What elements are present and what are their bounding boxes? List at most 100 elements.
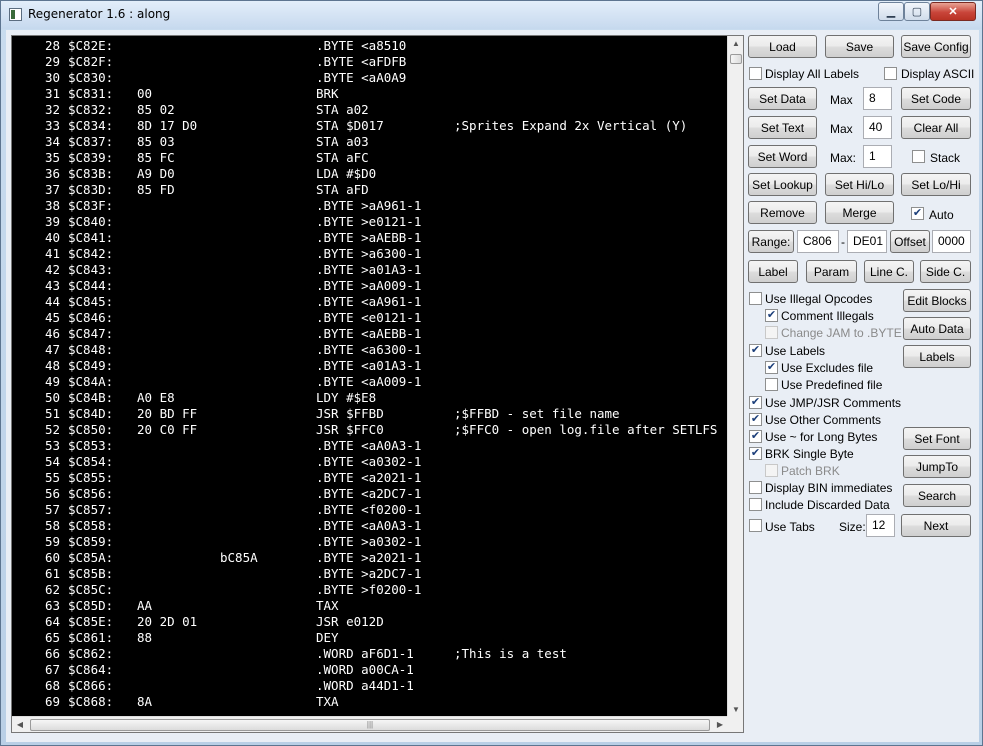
line-instruction: .WORD aF6D1-1 bbox=[316, 646, 414, 661]
include-discarded-label: Include Discarded Data bbox=[765, 498, 890, 512]
scroll-left-arrow-icon[interactable]: ◀ bbox=[12, 717, 28, 732]
range-from-input[interactable]: C806 bbox=[797, 230, 839, 253]
labels-button[interactable]: Labels bbox=[903, 345, 971, 368]
use-tilde-checkbox[interactable] bbox=[749, 430, 762, 443]
edit-blocks-button[interactable]: Edit Blocks bbox=[903, 289, 971, 312]
title-bar[interactable]: Regenerator 1.6 : along ▁ ▢ ✕ bbox=[1, 1, 982, 29]
jump-to-button[interactable]: JumpTo bbox=[903, 455, 971, 478]
merge-button[interactable]: Merge bbox=[825, 201, 894, 224]
display-all-labels-checkbox[interactable] bbox=[749, 67, 762, 80]
horizontal-scroll-thumb[interactable]: ||| bbox=[30, 719, 710, 731]
close-button[interactable]: ✕ bbox=[930, 2, 976, 21]
line-address: $C85A: bbox=[68, 550, 114, 565]
use-excludes-checkbox[interactable] bbox=[765, 361, 778, 374]
set-code-button[interactable]: Set Code bbox=[901, 87, 971, 110]
side-comment-button[interactable]: Side C. bbox=[920, 260, 971, 283]
line-comment-button[interactable]: Line C. bbox=[864, 260, 914, 283]
use-tabs-checkbox[interactable] bbox=[749, 519, 762, 532]
display-ascii-checkbox[interactable] bbox=[884, 67, 897, 80]
line-address: $C850: bbox=[68, 422, 114, 437]
line-instruction: LDA #$D0 bbox=[316, 166, 377, 181]
line-instruction: .BYTE >aA961-1 bbox=[316, 198, 422, 213]
search-button[interactable]: Search bbox=[903, 484, 971, 507]
line-instruction: JSR $FFC0 bbox=[316, 422, 384, 437]
next-button[interactable]: Next bbox=[901, 514, 971, 537]
line-instruction: .BYTE >a0302-1 bbox=[316, 534, 422, 549]
set-lo-hi-button[interactable]: Set Lo/Hi bbox=[901, 173, 971, 196]
display-bin-checkbox[interactable] bbox=[749, 481, 762, 494]
offset-input[interactable]: 0000 bbox=[932, 230, 971, 253]
auto-data-button[interactable]: Auto Data bbox=[903, 317, 971, 340]
line-instruction: STA $D017 bbox=[316, 118, 384, 133]
vertical-scroll-thumb[interactable] bbox=[730, 54, 742, 64]
line-comment: ;This is a test bbox=[454, 646, 567, 661]
max-data-input[interactable]: 8 bbox=[863, 87, 892, 110]
use-labels-checkbox[interactable] bbox=[749, 344, 762, 357]
line-address: $C862: bbox=[68, 646, 114, 661]
line-bytes: AA bbox=[137, 598, 153, 613]
load-button[interactable]: Load bbox=[748, 35, 817, 58]
set-hi-lo-button[interactable]: Set Hi/Lo bbox=[825, 173, 894, 196]
line-number: 60 bbox=[44, 550, 60, 565]
set-font-button[interactable]: Set Font bbox=[903, 427, 971, 450]
vertical-scrollbar[interactable]: ▲ ▼ bbox=[727, 36, 743, 718]
set-data-button[interactable]: Set Data bbox=[748, 87, 817, 110]
set-lookup-button[interactable]: Set Lookup bbox=[748, 173, 817, 196]
app-window: Regenerator 1.6 : along ▁ ▢ ✕ 28 $C82E: .B… bbox=[0, 0, 983, 746]
use-labels-label: Use Labels bbox=[765, 344, 826, 358]
line-bytes: 20 2D 01 bbox=[137, 614, 198, 629]
size-input[interactable]: 12 bbox=[866, 514, 895, 537]
change-jam-checkbox[interactable] bbox=[765, 326, 778, 339]
scroll-corner bbox=[727, 716, 743, 732]
comment-illegals-checkbox[interactable] bbox=[765, 309, 778, 322]
save-button[interactable]: Save bbox=[825, 35, 894, 58]
disassembly-lines[interactable]: 28 $C82E: .BYTE <a8510 29 $C82F: .BYTE <aFDFB… bbox=[12, 36, 728, 718]
line-number: 40 bbox=[44, 230, 60, 245]
line-number: 46 bbox=[44, 326, 60, 341]
param-button[interactable]: Param bbox=[806, 260, 857, 283]
range-button[interactable]: Range: bbox=[748, 230, 794, 253]
scroll-right-arrow-icon[interactable]: ▶ bbox=[712, 717, 728, 732]
line-number: 59 bbox=[44, 534, 60, 549]
auto-checkbox[interactable] bbox=[911, 207, 924, 220]
max-text-input[interactable]: 40 bbox=[863, 116, 892, 139]
scroll-up-arrow-icon[interactable]: ▲ bbox=[728, 36, 743, 52]
horizontal-scrollbar[interactable]: ◀ ||| ▶ bbox=[12, 716, 728, 732]
disassembly-view[interactable]: 28 $C82E: .BYTE <a8510 29 $C82F: .BYTE <aFDFB… bbox=[11, 35, 744, 733]
maximize-button[interactable]: ▢ bbox=[904, 2, 930, 21]
line-address: $C856: bbox=[68, 486, 114, 501]
patch-brk-checkbox[interactable] bbox=[765, 464, 778, 477]
line-number: 62 bbox=[44, 582, 60, 597]
max-word-input[interactable]: 1 bbox=[863, 145, 892, 168]
line-address: $C82F: bbox=[68, 54, 114, 69]
line-instruction: .BYTE <aA961-1 bbox=[316, 294, 422, 309]
line-address: $C834: bbox=[68, 118, 114, 133]
set-text-button[interactable]: Set Text bbox=[748, 116, 817, 139]
line-bytes: 8D 17 D0 bbox=[137, 118, 198, 133]
change-jam-label: Change JAM to .BYTE bbox=[781, 326, 902, 340]
range-to-input[interactable]: DE01 bbox=[847, 230, 887, 253]
stack-checkbox[interactable] bbox=[912, 150, 925, 163]
offset-button[interactable]: Offset bbox=[890, 230, 930, 253]
minimize-button[interactable]: ▁ bbox=[878, 2, 904, 21]
line-comment: ;$FFBD - set file name bbox=[454, 406, 620, 421]
use-jmp-jsr-comments-checkbox[interactable] bbox=[749, 396, 762, 409]
display-bin-label: Display BIN immediates bbox=[765, 481, 893, 495]
line-address: $C839: bbox=[68, 150, 114, 165]
line-instruction: .BYTE >a01A3-1 bbox=[316, 262, 422, 277]
save-config-button[interactable]: Save Config bbox=[901, 35, 971, 58]
include-discarded-checkbox[interactable] bbox=[749, 498, 762, 511]
line-number: 56 bbox=[44, 486, 60, 501]
remove-button[interactable]: Remove bbox=[748, 201, 817, 224]
window-controls: ▁ ▢ ✕ bbox=[878, 2, 976, 21]
line-instruction: BRK bbox=[316, 86, 339, 101]
clear-all-button[interactable]: Clear All bbox=[901, 116, 971, 139]
use-other-comments-checkbox[interactable] bbox=[749, 413, 762, 426]
set-word-button[interactable]: Set Word bbox=[748, 145, 817, 168]
app-icon[interactable] bbox=[9, 8, 22, 21]
label-button[interactable]: Label bbox=[748, 260, 798, 283]
use-predefined-checkbox[interactable] bbox=[765, 378, 778, 391]
brk-single-byte-checkbox[interactable] bbox=[749, 447, 762, 460]
line-address: $C84B: bbox=[68, 390, 114, 405]
use-illegal-opcodes-checkbox[interactable] bbox=[749, 292, 762, 305]
